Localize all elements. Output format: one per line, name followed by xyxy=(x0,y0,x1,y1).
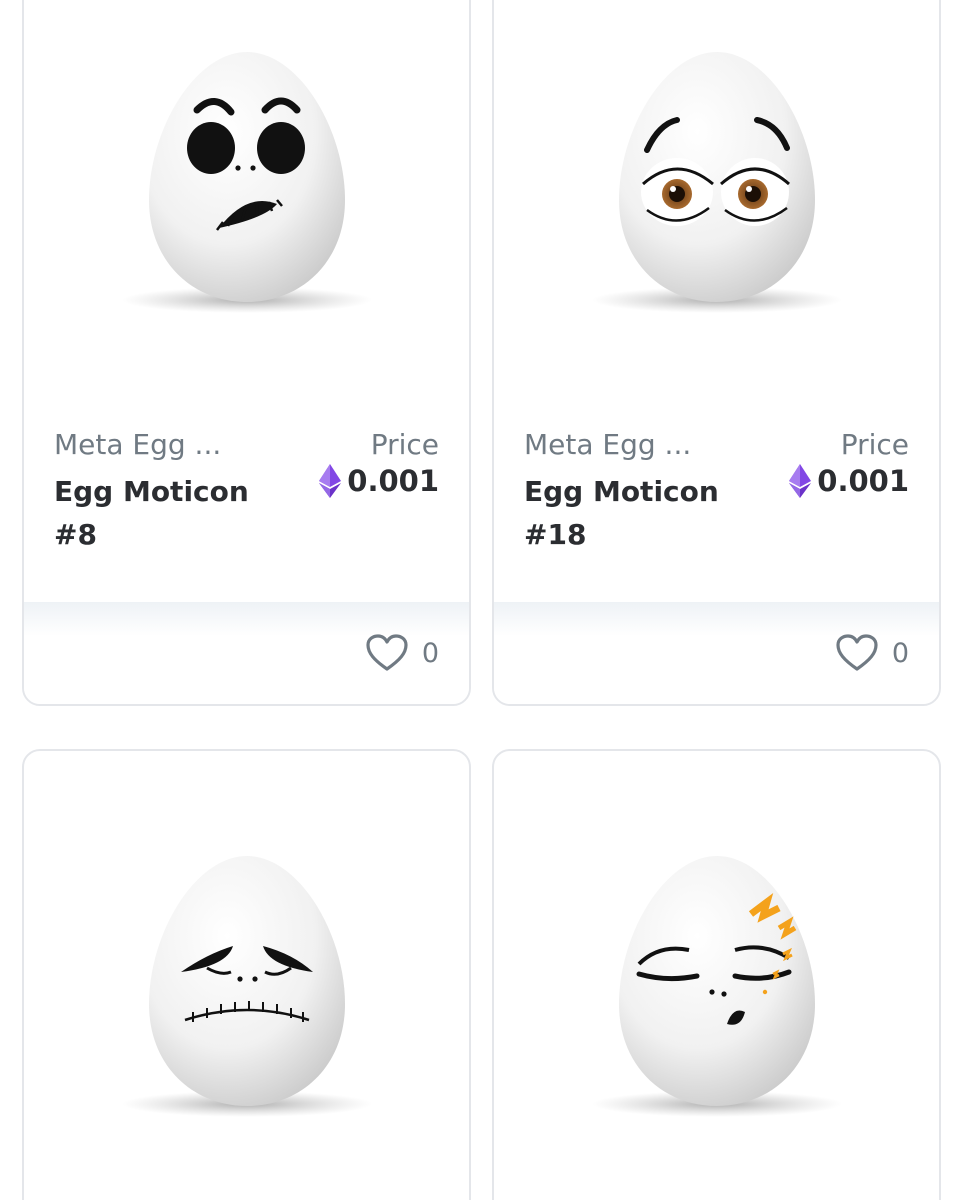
collection-name[interactable]: Meta Egg ... xyxy=(524,428,691,461)
egg-artwork[interactable] xyxy=(24,836,469,1136)
price-value: 0.001 xyxy=(817,464,909,498)
price-value-group: 0.001 xyxy=(789,464,909,498)
item-title[interactable]: Egg Moticon #18 xyxy=(524,470,754,556)
price-value: 0.001 xyxy=(347,464,439,498)
item-title[interactable]: Egg Moticon #8 xyxy=(54,470,284,556)
nft-card[interactable]: Meta Egg ... Egg Moticon #8 Price 0.001 … xyxy=(22,0,471,706)
price-label: Price xyxy=(370,428,439,461)
heart-icon[interactable] xyxy=(366,634,408,672)
like-control[interactable]: 0 xyxy=(366,634,439,672)
nft-card[interactable] xyxy=(492,749,941,1200)
ethereum-icon xyxy=(319,464,342,498)
nft-card[interactable] xyxy=(22,749,471,1200)
like-control[interactable]: 0 xyxy=(836,634,909,672)
heart-icon[interactable] xyxy=(836,634,878,672)
ethereum-icon xyxy=(789,464,812,498)
like-count: 0 xyxy=(891,637,909,669)
nft-card[interactable]: Meta Egg ... Egg Moticon #18 Price 0.001… xyxy=(492,0,941,706)
card-footer: 0 xyxy=(494,602,939,704)
egg-artwork[interactable] xyxy=(494,32,939,332)
like-count: 0 xyxy=(421,637,439,669)
price-value-group: 0.001 xyxy=(319,464,439,498)
egg-artwork[interactable] xyxy=(494,836,939,1136)
egg-artwork[interactable] xyxy=(24,32,469,332)
price-label: Price xyxy=(840,428,909,461)
collection-name[interactable]: Meta Egg ... xyxy=(54,428,221,461)
card-footer: 0 xyxy=(24,602,469,704)
